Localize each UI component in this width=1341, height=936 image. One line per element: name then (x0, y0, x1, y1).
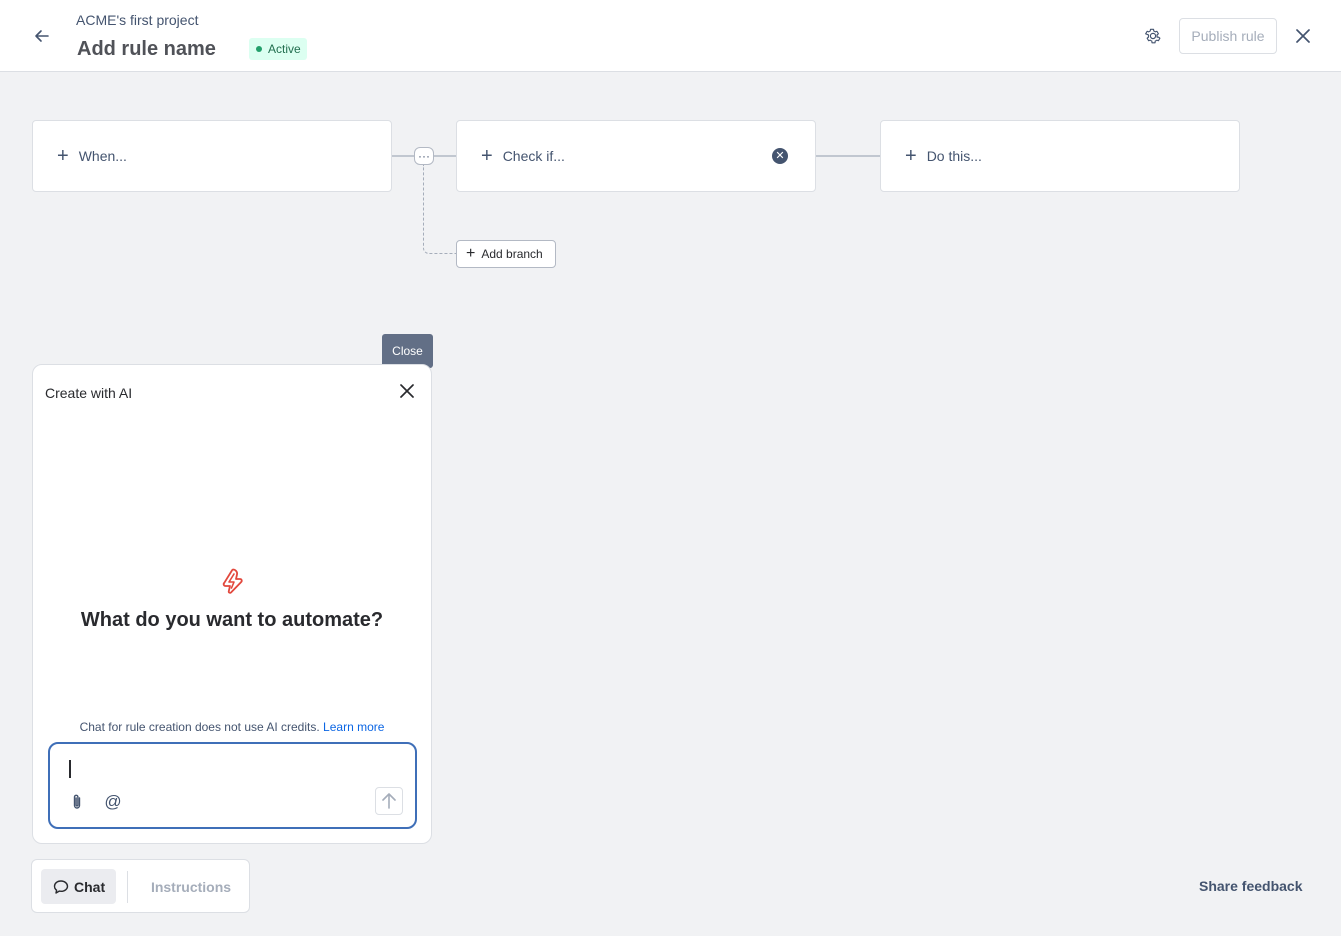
back-arrow-icon[interactable] (28, 22, 56, 50)
ai-heading: What do you want to automate? (80, 609, 384, 631)
do-label: Do this... (926, 148, 982, 164)
lightning-bolt-icon (222, 568, 243, 594)
close-icon[interactable] (1291, 24, 1315, 48)
check-label: Check if... (502, 148, 565, 164)
more-options-icon[interactable]: ··· (414, 147, 434, 165)
learn-more-link[interactable]: Learn more (323, 720, 384, 734)
status-badge: Active (249, 38, 307, 60)
tab-chat-label: Chat (74, 878, 106, 895)
ai-credits-note: Chat for rule creation does not use AI c… (33, 720, 431, 734)
publish-rule-button[interactable]: Publish rule (1179, 18, 1277, 54)
paperclip-icon[interactable] (67, 792, 87, 812)
do-action-node[interactable]: + Do this... (880, 120, 1240, 192)
share-feedback-button[interactable]: Share feedback (1187, 872, 1315, 900)
plus-icon: + (905, 145, 917, 167)
tab-instructions[interactable]: Instructions (140, 869, 242, 904)
status-label: Active (268, 42, 301, 56)
chat-bubble-icon (53, 879, 69, 894)
note-text: Chat for rule creation does not use AI c… (79, 720, 320, 734)
rule-name[interactable]: Add rule name (77, 38, 216, 61)
when-label: When... (78, 148, 127, 164)
plus-icon: + (481, 145, 493, 167)
branch-connector (423, 165, 456, 254)
text-caret (69, 760, 71, 778)
close-tooltip: Close (382, 334, 433, 374)
create-with-ai-panel: Create with AI What do you want to autom… (32, 364, 432, 844)
chat-input[interactable]: @ (48, 742, 417, 829)
plus-icon: + (57, 145, 69, 167)
connector-line (816, 155, 880, 157)
project-name: ACME's first project (76, 12, 199, 28)
header: ACME's first project Add rule name Activ… (0, 0, 1341, 72)
add-branch-button[interactable]: + Add branch (456, 240, 556, 268)
panel-tabs: Chat Instructions (31, 859, 250, 913)
gear-icon[interactable] (1141, 24, 1165, 48)
add-branch-label: Add branch (481, 247, 543, 261)
send-arrow-icon[interactable] (375, 787, 403, 815)
at-mention-icon[interactable]: @ (103, 792, 123, 812)
when-trigger-node[interactable]: + When... (32, 120, 392, 192)
tab-chat[interactable]: Chat (41, 869, 116, 904)
tab-divider (127, 871, 128, 903)
panel-title: Create with AI (45, 385, 133, 401)
status-dot-icon (256, 46, 262, 52)
close-panel-icon[interactable] (395, 379, 419, 403)
check-condition-node[interactable]: + Check if... (456, 120, 816, 192)
remove-condition-icon[interactable]: ✕ (772, 148, 788, 164)
plus-icon: + (466, 245, 476, 262)
